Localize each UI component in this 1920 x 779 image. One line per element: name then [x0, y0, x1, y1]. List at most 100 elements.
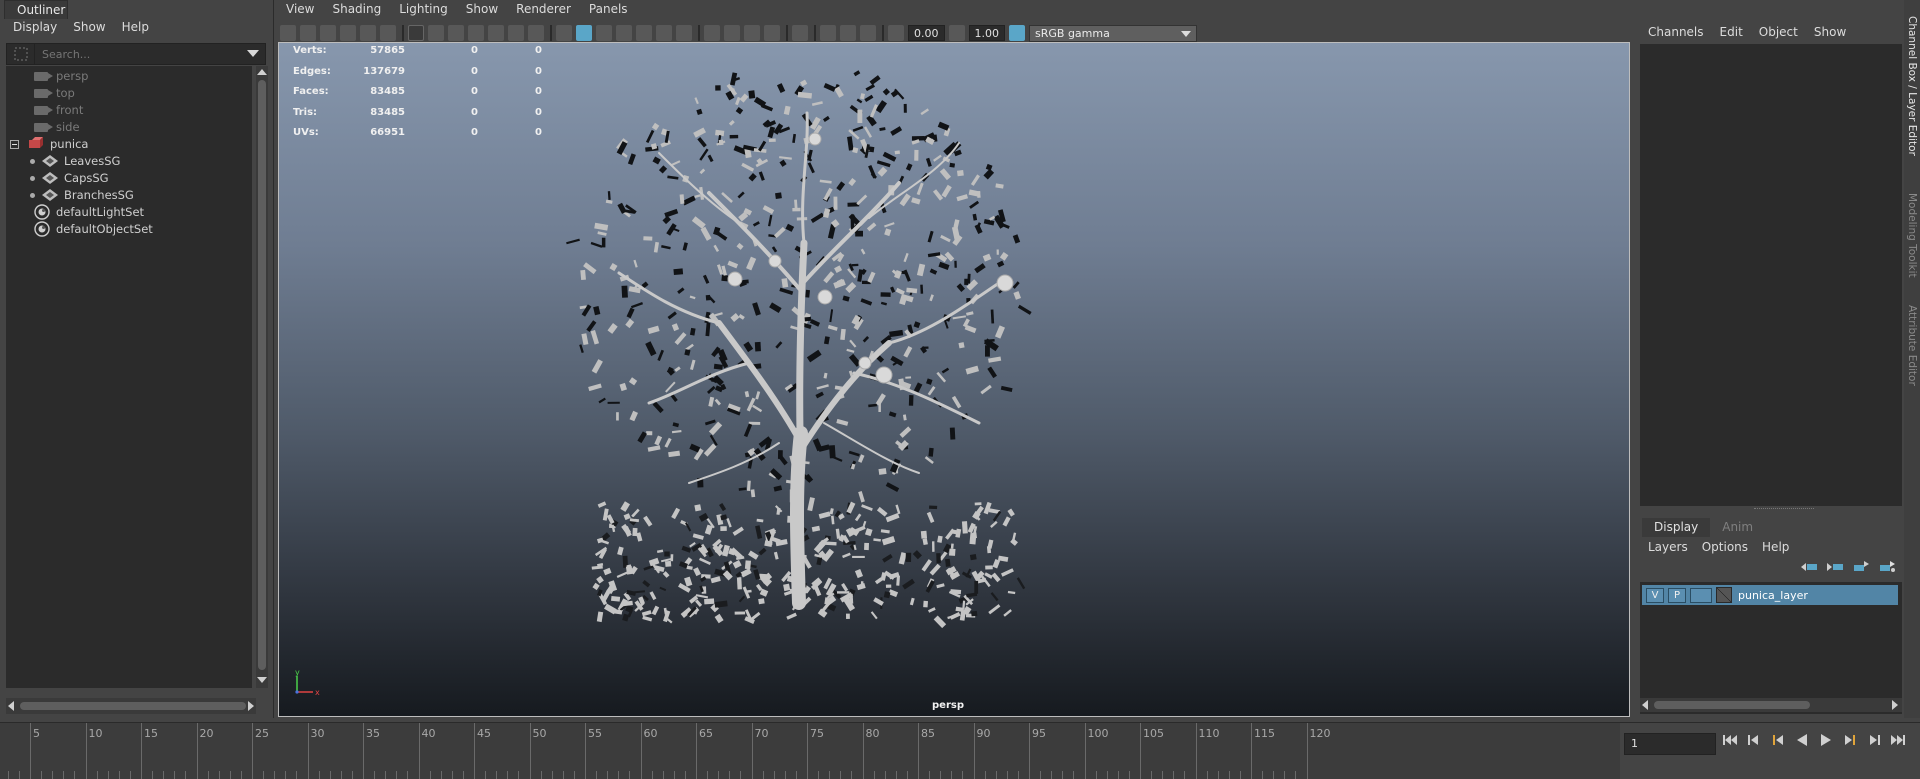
fallen-leaf — [876, 506, 888, 517]
tab-anim[interactable]: Anim — [1710, 518, 1765, 537]
create-layer-from-selected-icon[interactable] — [1878, 560, 1896, 574]
xray-joints-icon[interactable] — [860, 25, 876, 41]
scroll-down-icon[interactable] — [257, 677, 267, 683]
tree-item-defaultobjectset[interactable]: defaultObjectSet — [6, 219, 252, 239]
field-chart-icon[interactable] — [488, 25, 504, 41]
channel-box-menu-edit[interactable]: Edit — [1720, 25, 1743, 39]
2d-pan-zoom-icon[interactable] — [360, 25, 376, 41]
move-layer-down-icon[interactable] — [1826, 560, 1844, 574]
resolution-gate-icon[interactable] — [448, 25, 464, 41]
safe-title-icon[interactable] — [528, 25, 544, 41]
play-backwards-icon[interactable] — [1794, 732, 1810, 748]
layer-playback-toggle[interactable]: P — [1668, 587, 1686, 603]
anti-aliasing-icon[interactable] — [744, 25, 760, 41]
layer-list-horizontal-scrollbar[interactable] — [1640, 698, 1902, 712]
gamma-icon[interactable] — [948, 25, 965, 41]
outliner-vertical-scrollbar[interactable] — [256, 66, 268, 688]
step-back-frame-icon[interactable] — [1770, 732, 1786, 748]
outliner-menu-help[interactable]: Help — [122, 20, 149, 39]
time-slider[interactable]: 5 10 15 20 25 30 35 40 45 50 55 60 65 70 75 80 85 90 95 100… — [0, 722, 1620, 779]
side-tab-channel-box[interactable]: Channel Box / Layer Editor — [1904, 12, 1920, 160]
channel-box-area[interactable] — [1640, 44, 1902, 506]
xray-icon[interactable] — [820, 25, 836, 41]
use-all-lights-icon[interactable] — [656, 25, 672, 41]
tab-display[interactable]: Display — [1642, 518, 1711, 537]
image-plane-icon[interactable] — [340, 25, 356, 41]
viewport-menu-shading[interactable]: Shading — [332, 2, 381, 22]
scroll-up-icon[interactable] — [257, 69, 267, 75]
outliner-horizontal-scrollbar[interactable] — [6, 698, 256, 714]
layer-menu-layers[interactable]: Layers — [1648, 540, 1688, 554]
exposure-field[interactable]: 0.00 — [908, 25, 945, 41]
color-management-icon[interactable] — [1009, 25, 1025, 41]
collapse-icon[interactable] — [6, 139, 22, 149]
panel-splitter[interactable] — [1754, 508, 1814, 511]
depth-of-field-icon[interactable] — [764, 25, 780, 41]
gamma-field[interactable]: 1.00 — [968, 25, 1005, 41]
motion-blur-icon[interactable] — [724, 25, 740, 41]
pomegranate-tree-model[interactable] — [279, 43, 1630, 717]
camera-attributes-icon[interactable] — [300, 25, 316, 41]
layer-menu-help[interactable]: Help — [1762, 540, 1789, 554]
scroll-right-icon[interactable] — [1892, 700, 1898, 710]
gate-mask-icon[interactable] — [468, 25, 484, 41]
search-options-chevron-icon[interactable] — [247, 50, 259, 57]
scrollbar-thumb[interactable] — [20, 702, 246, 710]
viewport-menu-lighting[interactable]: Lighting — [399, 2, 448, 22]
wireframe-icon[interactable] — [556, 25, 572, 41]
viewport-menu-panels[interactable]: Panels — [589, 2, 628, 22]
xray-active-components-icon[interactable] — [840, 25, 856, 41]
go-to-end-icon[interactable] — [1890, 732, 1906, 748]
screen-space-ao-icon[interactable] — [704, 25, 720, 41]
current-frame-field[interactable]: 1 — [1624, 733, 1716, 755]
viewport-menu-show[interactable]: Show — [466, 2, 498, 22]
scroll-left-icon[interactable] — [8, 701, 14, 711]
grid-icon[interactable] — [408, 25, 424, 41]
go-to-start-icon[interactable] — [1722, 732, 1738, 748]
scrollbar-thumb[interactable] — [1654, 701, 1810, 709]
layer-menu-options[interactable]: Options — [1702, 540, 1748, 554]
textured-icon[interactable] — [636, 25, 652, 41]
layer-color-swatch[interactable] — [1716, 587, 1732, 603]
scroll-left-icon[interactable] — [1642, 700, 1648, 710]
isolate-select-icon[interactable] — [792, 25, 808, 41]
create-empty-layer-icon[interactable] — [1852, 560, 1870, 574]
safe-action-icon[interactable] — [508, 25, 524, 41]
grease-pencil-icon[interactable] — [380, 25, 396, 41]
exposure-icon[interactable] — [888, 25, 904, 41]
channel-box-menu-show[interactable]: Show — [1814, 25, 1846, 39]
channel-box-menu-channels[interactable]: Channels — [1648, 25, 1704, 39]
smooth-shade-icon[interactable] — [576, 25, 592, 41]
use-default-material-icon[interactable] — [596, 25, 612, 41]
scroll-right-icon[interactable] — [248, 701, 254, 711]
play-forwards-icon[interactable] — [1818, 732, 1834, 748]
channel-box-menu-object[interactable]: Object — [1759, 25, 1798, 39]
viewport-menu-view[interactable]: View — [286, 2, 314, 22]
shadows-icon[interactable] — [676, 25, 692, 41]
viewport-menu-renderer[interactable]: Renderer — [516, 2, 571, 22]
bookmarks-icon[interactable] — [320, 25, 336, 41]
film-gate-icon[interactable] — [428, 25, 444, 41]
move-layer-up-icon[interactable] — [1800, 560, 1818, 574]
outliner-menu-display[interactable]: Display — [13, 20, 57, 39]
leaf — [905, 163, 913, 171]
layer-row-punica[interactable]: V P punica_layer — [1642, 585, 1898, 605]
outliner-tab[interactable]: Outliner — [4, 0, 68, 19]
filter-icon[interactable] — [7, 44, 35, 64]
step-back-key-icon[interactable] — [1746, 732, 1762, 748]
side-tab-attribute-editor[interactable]: Attribute Editor — [1904, 300, 1920, 390]
outliner-search-input[interactable] — [36, 44, 236, 64]
view-transform-select[interactable]: sRGB gamma — [1029, 24, 1197, 42]
outliner-menu-show[interactable]: Show — [73, 20, 105, 39]
layer-visibility-toggle[interactable]: V — [1646, 587, 1664, 603]
select-camera-icon[interactable] — [280, 25, 296, 41]
side-tab-modeling-toolkit[interactable]: Modeling Toolkit — [1904, 180, 1920, 290]
layer-name[interactable]: punica_layer — [1738, 589, 1808, 602]
3d-viewport[interactable]: Verts: 57865 0 0 Edges: 137679 0 0 Faces… — [278, 42, 1630, 717]
wireframe-on-shaded-icon[interactable] — [616, 25, 632, 41]
leaf — [773, 485, 783, 492]
scrollbar-thumb[interactable] — [258, 80, 266, 670]
step-forward-frame-icon[interactable] — [1842, 732, 1858, 748]
step-forward-key-icon[interactable] — [1866, 732, 1882, 748]
layer-display-type-toggle[interactable] — [1690, 587, 1712, 603]
